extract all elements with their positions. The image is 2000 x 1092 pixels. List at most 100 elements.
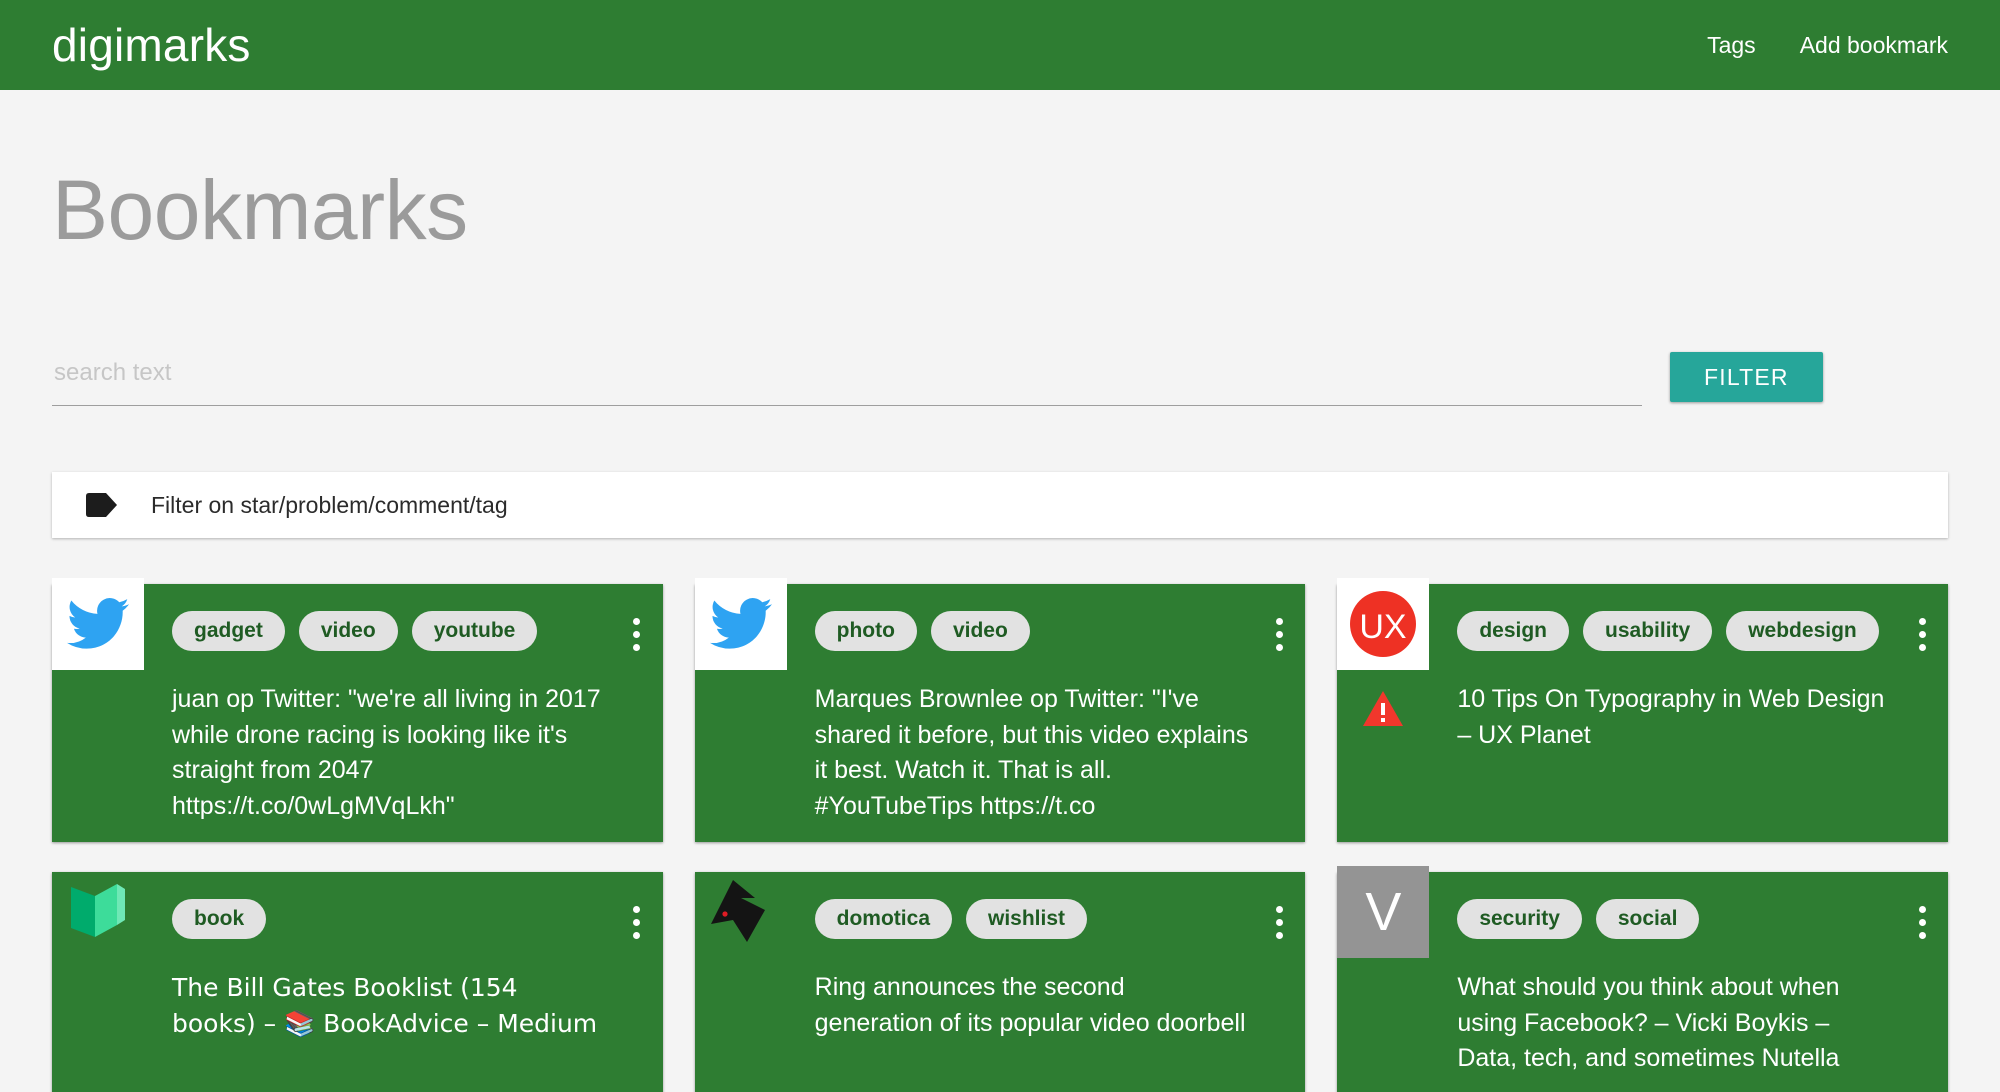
bookmark-card[interactable]: domotica wishlist Ring announces the sec… (694, 872, 1306, 1092)
nav-link-tags[interactable]: Tags (1707, 32, 1756, 59)
page-title: Bookmarks (52, 163, 468, 257)
warning-slot (695, 970, 787, 978)
warning-slot (695, 682, 787, 690)
tag-pill[interactable]: video (930, 611, 1030, 651)
tag-pill[interactable]: youtube (411, 611, 538, 651)
tag-pill[interactable]: domotica (814, 899, 952, 939)
card-body: What should you think about when using F… (1337, 964, 1948, 1077)
bookmark-title[interactable]: 10 Tips On Typography in Web Design – UX… (1429, 682, 1892, 753)
card-body: Ring announces the second generation of … (695, 964, 1306, 1041)
tag-list: security social (1429, 872, 1896, 939)
kebab-dot (633, 919, 641, 926)
brand-logo[interactable]: digimarks (52, 22, 251, 68)
tag-filter-label: Filter on star/problem/comment/tag (151, 491, 508, 518)
search-row: FILTER (52, 348, 1948, 408)
tag-filter-bar[interactable]: Filter on star/problem/comment/tag (52, 472, 1948, 538)
card-menu-button[interactable] (1253, 584, 1305, 651)
tag-list: book (144, 872, 611, 939)
search-input[interactable] (52, 350, 1642, 406)
bookmark-title[interactable]: What should you think about when using F… (1429, 970, 1892, 1077)
kebab-dot (633, 631, 641, 638)
kebab-dot (633, 932, 641, 939)
kebab-dot (1275, 618, 1283, 625)
kebab-dot (633, 906, 641, 913)
bookmark-card[interactable]: photo video Marques Brownlee op Twitter:… (694, 578, 1306, 842)
tag-pill[interactable]: wishlist (966, 899, 1088, 939)
filter-button[interactable]: FILTER (1670, 352, 1823, 402)
tag-pill[interactable]: book (172, 899, 267, 939)
kebab-dot (1275, 906, 1283, 913)
kebab-dot (1275, 631, 1283, 638)
bookmark-title[interactable]: Marques Brownlee op Twitter: "I've share… (787, 682, 1250, 824)
kebab-dot (1275, 919, 1283, 926)
tag-pill[interactable]: security (1457, 899, 1582, 939)
favicon-box (52, 866, 144, 958)
search-field (52, 350, 1642, 408)
medium-logo-icon (71, 884, 125, 937)
kebab-dot (1918, 618, 1926, 625)
card-header: photo video (694, 578, 1306, 676)
filter-button-wrap: FILTER (1642, 352, 1948, 408)
card-header: V security social (1337, 866, 1948, 964)
bookmark-card[interactable]: V security social What should you think … (1337, 866, 1948, 1092)
card-body: juan op Twitter: "we're all living in 20… (52, 676, 663, 824)
verge-logo-icon (710, 880, 765, 942)
kebab-dot (633, 644, 641, 651)
card-header: UX design usability webdesign (1337, 578, 1948, 676)
kebab-dot (1275, 644, 1283, 651)
favicon-box (52, 578, 144, 670)
bookmark-title[interactable]: The Bill Gates Booklist (154 books) – 📚 … (144, 970, 607, 1041)
tag-pill[interactable]: design (1457, 611, 1570, 651)
favicon-box: UX (1337, 578, 1430, 670)
favicon-box (694, 578, 787, 670)
bookmark-grid: gadget video youtube juan op Twitter: "w… (52, 578, 1948, 1092)
bookmark-title[interactable]: juan op Twitter: "we're all living in 20… (144, 682, 607, 824)
warning-slot (1337, 970, 1429, 978)
page-content: Bookmarks FILTER Filter on star/problem/… (0, 90, 2000, 1092)
tag-pill[interactable]: video (298, 611, 398, 651)
card-menu-button[interactable] (1253, 872, 1305, 939)
card-menu-button[interactable] (611, 584, 663, 651)
svg-text:UX: UX (1360, 608, 1407, 646)
app-bar: digimarks Tags Add bookmark (0, 0, 2000, 90)
tag-pill[interactable]: webdesign (1726, 611, 1879, 651)
favicon-box: V (1337, 866, 1430, 958)
kebab-dot (1918, 906, 1926, 913)
tag-list: photo video (787, 584, 1254, 651)
tag-list: gadget video youtube (144, 584, 611, 651)
ux-planet-icon: UX (1350, 591, 1417, 657)
bookmark-title[interactable]: Ring announces the second generation of … (787, 970, 1250, 1041)
warning-slot (52, 970, 144, 978)
favicon-box (695, 866, 787, 958)
tag-list: domotica wishlist (787, 872, 1254, 939)
card-header: gadget video youtube (52, 578, 663, 676)
kebab-dot (1918, 631, 1926, 638)
bookmark-card[interactable]: book The Bill Gates Booklist (154 books)… (52, 872, 663, 1092)
kebab-dot (1918, 919, 1926, 926)
bookmark-card[interactable]: UX design usability webdesign 10 Tips On… (1337, 578, 1948, 842)
letter-avatar-icon: V (1365, 882, 1402, 942)
twitter-bird-icon (67, 598, 129, 649)
nav-link-add-bookmark[interactable]: Add bookmark (1800, 32, 1948, 59)
tag-pill[interactable]: gadget (172, 611, 285, 651)
card-header: domotica wishlist (695, 872, 1306, 964)
warning-slot (1337, 682, 1429, 728)
card-header: book (52, 872, 663, 964)
card-menu-button[interactable] (611, 872, 663, 939)
card-menu-button[interactable] (1896, 584, 1948, 651)
kebab-dot (1275, 932, 1283, 939)
bookmark-card[interactable]: gadget video youtube juan op Twitter: "w… (52, 578, 663, 842)
tag-pill[interactable]: photo (814, 611, 917, 651)
card-body: The Bill Gates Booklist (154 books) – 📚 … (52, 964, 663, 1041)
tag-pill[interactable]: usability (1583, 611, 1713, 651)
card-body: Marques Brownlee op Twitter: "I've share… (695, 676, 1306, 824)
main-nav: Tags Add bookmark (1707, 32, 1948, 59)
tag-list: design usability webdesign (1429, 584, 1896, 651)
tag-pill[interactable]: social (1595, 899, 1700, 939)
warning-icon (1363, 691, 1404, 726)
kebab-dot (1918, 932, 1926, 939)
card-body: 10 Tips On Typography in Web Design – UX… (1337, 676, 1948, 753)
kebab-dot (633, 618, 641, 625)
card-menu-button[interactable] (1896, 872, 1948, 939)
tag-icon (86, 493, 117, 517)
